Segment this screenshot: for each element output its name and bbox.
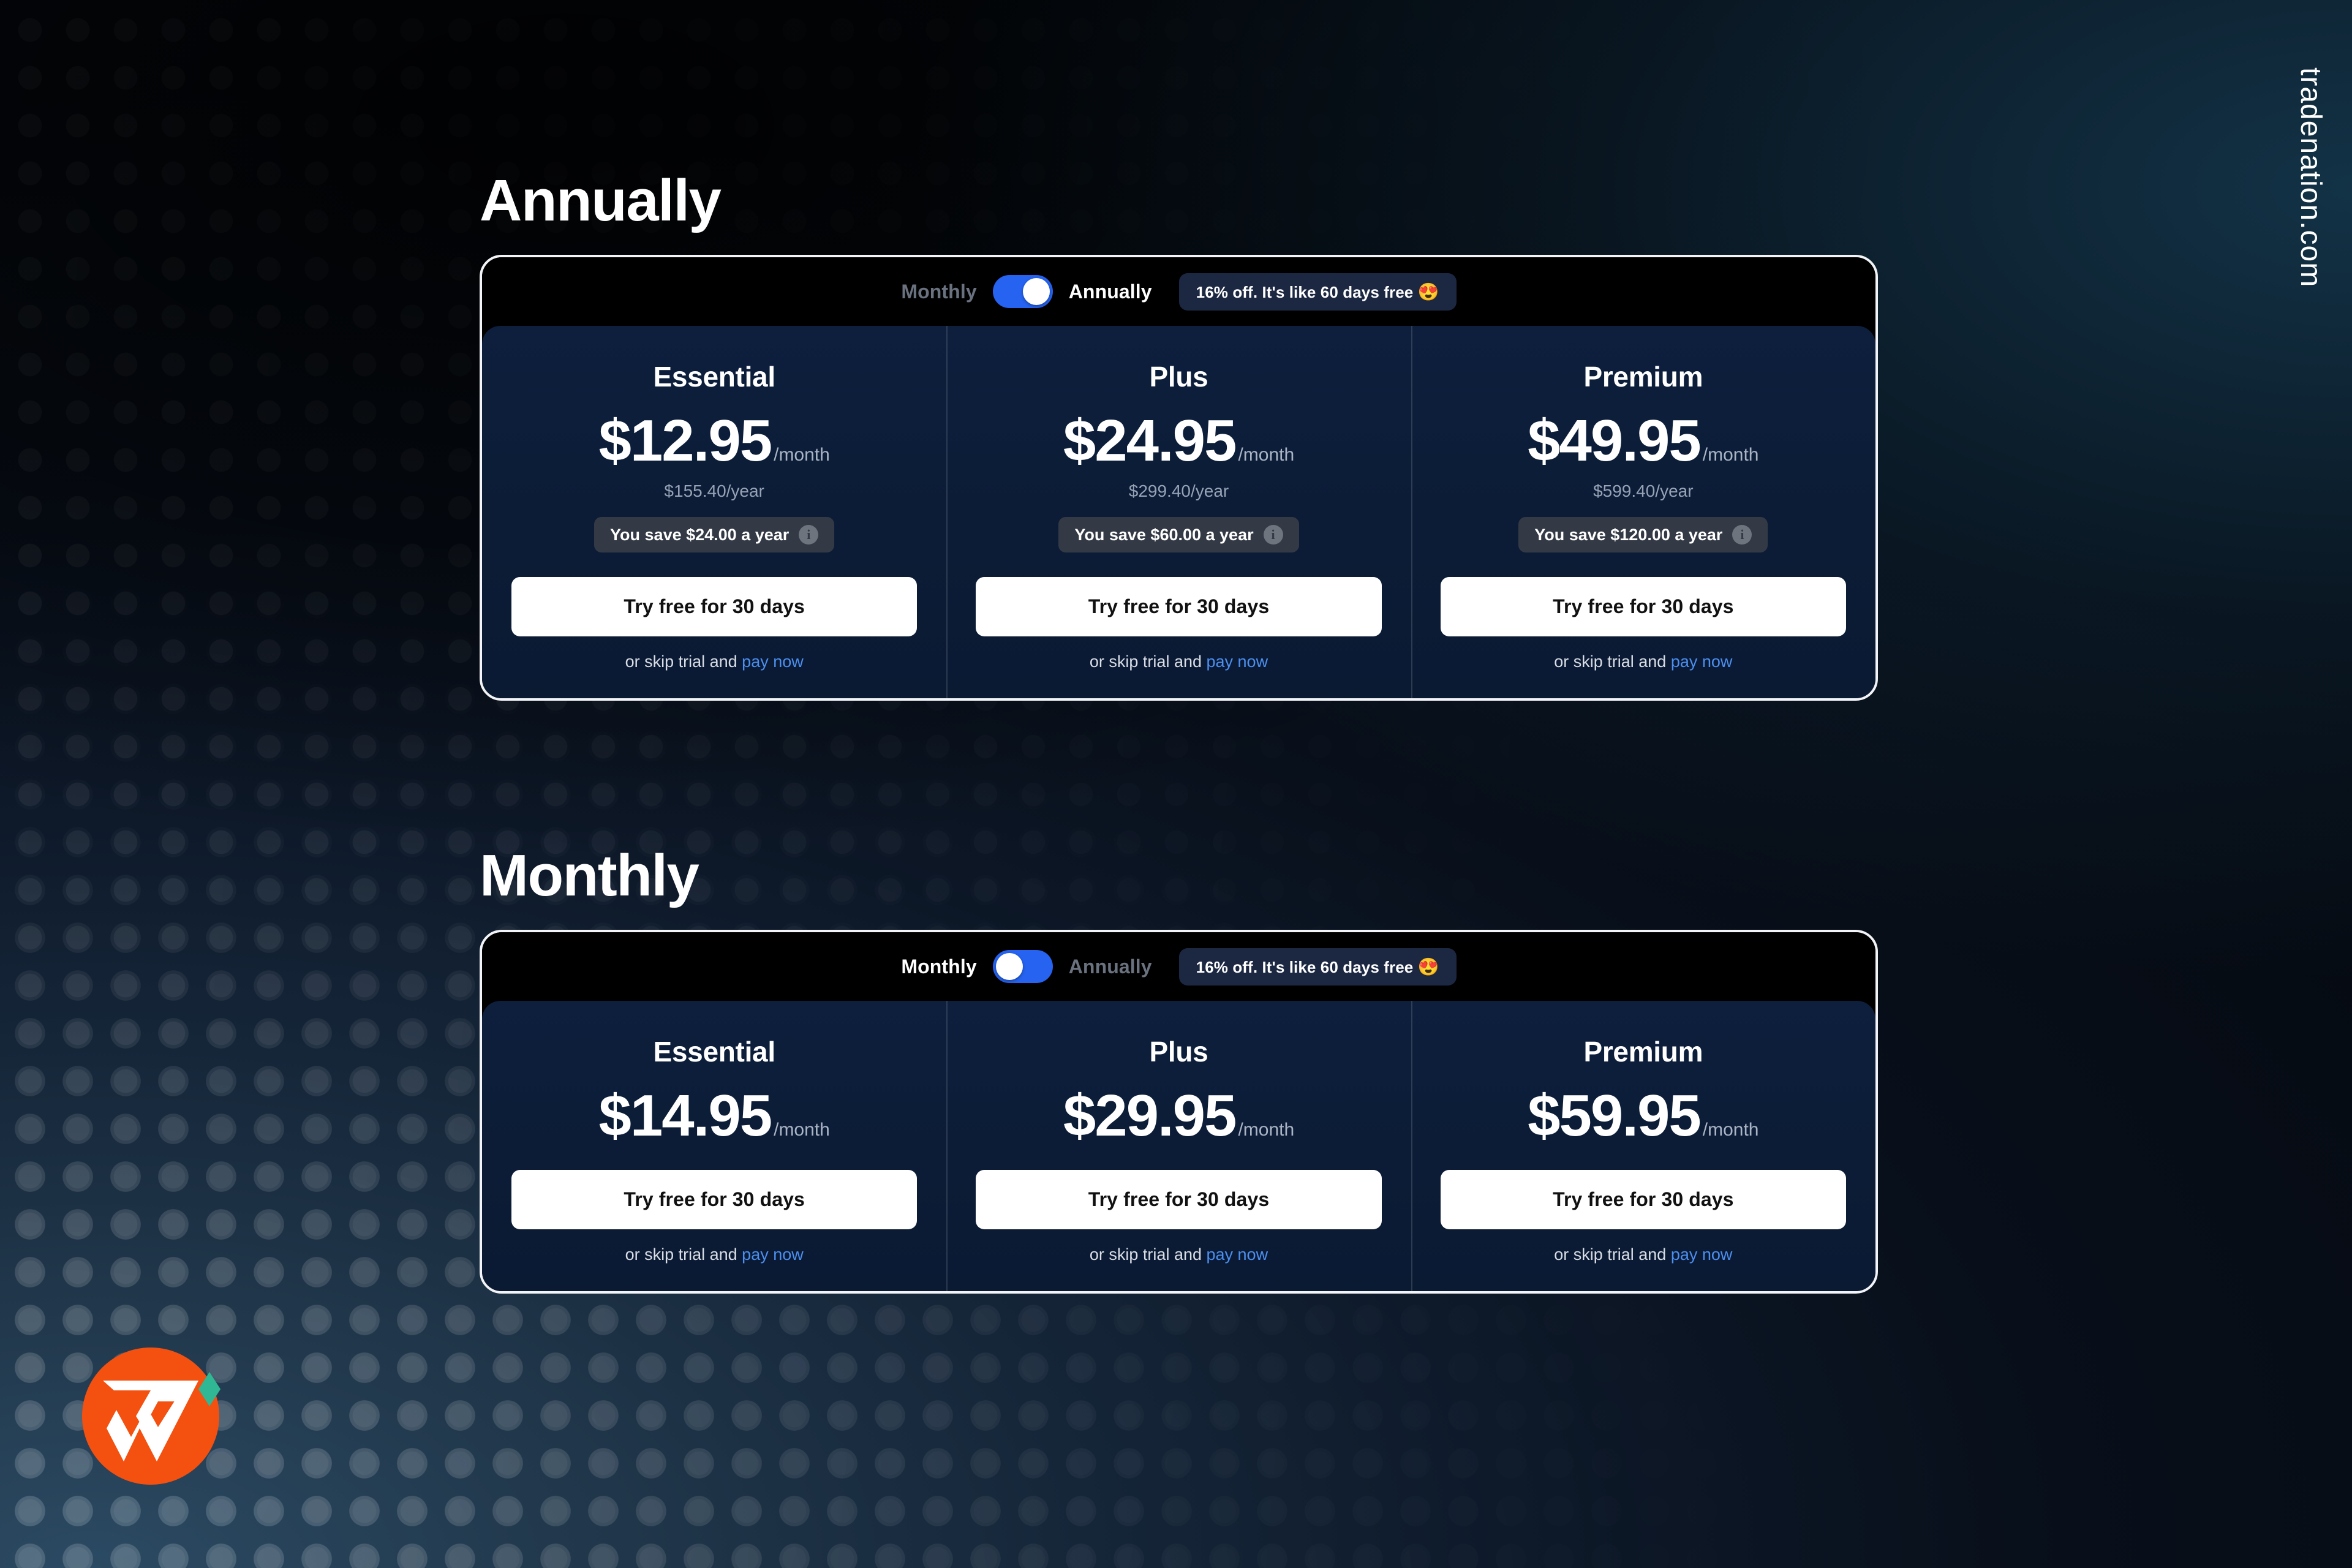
skip-trial-line: or skip trial and pay now — [511, 1245, 917, 1264]
tradenation-logo[interactable] — [78, 1335, 232, 1488]
plan-price-period: /month — [1702, 1120, 1759, 1140]
try-free-button[interactable]: Try free for 30 days — [1440, 1170, 1846, 1229]
toggle-knob — [995, 953, 1023, 980]
try-free-button[interactable]: Try free for 30 days — [511, 1170, 918, 1229]
plan-name: Plus — [1149, 1036, 1208, 1068]
toggle-label-monthly[interactable]: Monthly — [901, 281, 976, 303]
plan-essential-monthly: Essential $14.95 /month Try free for 30 … — [482, 1001, 946, 1291]
plan-yearly-price: $155.40/year — [664, 481, 764, 500]
skip-trial-prefix: or skip trial and — [625, 652, 742, 671]
site-url-label: tradenation.com — [2294, 67, 2327, 288]
pricing-card-monthly: Monthly Annually 16% off. It's like 60 d… — [480, 930, 1878, 1294]
promo-badge: 16% off. It's like 60 days free 😍 — [1178, 948, 1457, 986]
plan-price-period: /month — [1238, 1120, 1295, 1140]
plan-price-amount: $49.95 — [1528, 408, 1702, 473]
plan-savings-badge: You save $60.00 a year i — [1058, 517, 1299, 552]
pay-now-link[interactable]: pay now — [1671, 1245, 1733, 1264]
skip-trial-prefix: or skip trial and — [1554, 652, 1671, 671]
promo-badge-text: 16% off. It's like 60 days free — [1196, 282, 1414, 301]
plan-yearly-price: $599.40/year — [1593, 481, 1694, 500]
skip-trial-line: or skip trial and pay now — [511, 652, 917, 671]
skip-trial-line: or skip trial and pay now — [1441, 1245, 1846, 1264]
skip-trial-line: or skip trial and pay now — [976, 652, 1381, 671]
heart-eyes-emoji-icon: 😍 — [1417, 282, 1439, 301]
plan-price-row: $29.95 /month — [976, 1087, 1381, 1145]
plan-price-period: /month — [1238, 445, 1295, 465]
pricing-section-monthly: Monthly Monthly Annually 16% off. It's l… — [480, 846, 1878, 1294]
try-free-button[interactable]: Try free for 30 days — [976, 577, 1382, 636]
pay-now-link[interactable]: pay now — [742, 1245, 804, 1264]
plan-premium-monthly: Premium $59.95 /month Try free for 30 da… — [1411, 1001, 1875, 1291]
plan-plus-monthly: Plus $29.95 /month Try free for 30 days … — [946, 1001, 1411, 1291]
toggle-label-monthly[interactable]: Monthly — [901, 956, 976, 978]
plan-price-row: $12.95 /month — [511, 412, 917, 470]
plan-price-period: /month — [774, 1120, 830, 1140]
billing-toggle-bar-monthly: Monthly Annually 16% off. It's like 60 d… — [482, 932, 1875, 1001]
try-free-button[interactable]: Try free for 30 days — [976, 1170, 1382, 1229]
plan-essential-annually: Essential $12.95 /month $155.40/year You… — [482, 326, 946, 698]
skip-trial-prefix: or skip trial and — [625, 1245, 742, 1264]
pricing-card-annually: Monthly Annually 16% off. It's like 60 d… — [480, 255, 1878, 701]
plan-price-row: $24.95 /month — [976, 412, 1381, 470]
plan-price-row: $59.95 /month — [1441, 1087, 1846, 1145]
page-content: Annually Monthly Annually 16% off. It's … — [0, 0, 2352, 1568]
plan-price-amount: $12.95 — [598, 408, 772, 473]
plan-premium-annually: Premium $49.95 /month $599.40/year You s… — [1411, 326, 1875, 698]
plan-price-amount: $24.95 — [1063, 408, 1237, 473]
plan-name: Premium — [1583, 1036, 1703, 1068]
plan-price-period: /month — [1702, 445, 1759, 465]
plan-price-amount: $14.95 — [598, 1083, 772, 1148]
billing-period-toggle[interactable] — [992, 950, 1053, 983]
page-title-monthly: Monthly — [480, 843, 699, 908]
plan-savings-text: You save $60.00 a year — [1074, 525, 1254, 544]
toggle-label-annually[interactable]: Annually — [1069, 956, 1152, 978]
plan-plus-annually: Plus $24.95 /month $299.40/year You save… — [946, 326, 1411, 698]
plan-name: Plus — [1149, 361, 1208, 393]
skip-trial-line: or skip trial and pay now — [1441, 652, 1846, 671]
page-title: Annually — [480, 168, 722, 233]
info-icon[interactable]: i — [799, 525, 819, 545]
toggle-knob — [1022, 278, 1050, 305]
plan-price-amount: $29.95 — [1063, 1083, 1237, 1148]
pay-now-link[interactable]: pay now — [742, 652, 804, 671]
pay-now-link[interactable]: pay now — [1207, 652, 1268, 671]
plan-columns-monthly: Essential $14.95 /month Try free for 30 … — [482, 1001, 1875, 1291]
pricing-section-annually: Annually Monthly Annually 16% off. It's … — [480, 172, 1878, 701]
plan-yearly-price: $299.40/year — [1128, 481, 1229, 500]
plan-savings-badge: You save $24.00 a year i — [594, 517, 835, 552]
info-icon[interactable]: i — [1263, 525, 1283, 545]
billing-period-toggle[interactable] — [992, 275, 1053, 308]
skip-trial-prefix: or skip trial and — [1089, 652, 1207, 671]
plan-columns-annually: Essential $12.95 /month $155.40/year You… — [482, 326, 1875, 698]
plan-name: Premium — [1583, 361, 1703, 393]
plan-price-amount: $59.95 — [1528, 1083, 1702, 1148]
info-icon[interactable]: i — [1732, 525, 1752, 545]
plan-name: Essential — [653, 1036, 776, 1068]
plan-name: Essential — [653, 361, 776, 393]
billing-toggle-bar: Monthly Annually 16% off. It's like 60 d… — [482, 257, 1875, 326]
heart-eyes-emoji-icon: 😍 — [1417, 957, 1439, 976]
promo-badge: 16% off. It's like 60 days free 😍 — [1178, 273, 1457, 311]
plan-price-row: $49.95 /month — [1441, 412, 1846, 470]
toggle-label-annually[interactable]: Annually — [1069, 281, 1152, 303]
promo-badge-text: 16% off. It's like 60 days free — [1196, 957, 1414, 976]
skip-trial-prefix: or skip trial and — [1089, 1245, 1207, 1264]
plan-savings-text: You save $24.00 a year — [610, 525, 790, 544]
try-free-button[interactable]: Try free for 30 days — [511, 577, 918, 636]
plan-savings-text: You save $120.00 a year — [1534, 525, 1723, 544]
plan-price-period: /month — [774, 445, 830, 465]
try-free-button[interactable]: Try free for 30 days — [1440, 577, 1846, 636]
plan-price-row: $14.95 /month — [511, 1087, 917, 1145]
plan-savings-badge: You save $120.00 a year i — [1518, 517, 1768, 552]
pay-now-link[interactable]: pay now — [1671, 652, 1733, 671]
pay-now-link[interactable]: pay now — [1207, 1245, 1268, 1264]
skip-trial-line: or skip trial and pay now — [976, 1245, 1381, 1264]
skip-trial-prefix: or skip trial and — [1554, 1245, 1671, 1264]
